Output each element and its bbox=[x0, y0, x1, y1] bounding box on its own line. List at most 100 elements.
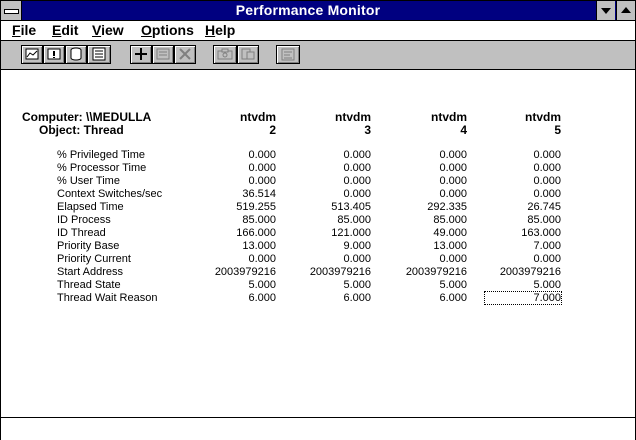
status-bar bbox=[1, 417, 635, 440]
counter-value[interactable]: 0.000 bbox=[439, 162, 467, 174]
maximize-button[interactable] bbox=[616, 1, 635, 20]
counter-value[interactable]: 0.000 bbox=[533, 149, 561, 161]
counter-value[interactable]: 85.000 bbox=[527, 214, 561, 226]
menu-view-accel: V bbox=[92, 22, 102, 38]
counter-value[interactable]: 85.000 bbox=[337, 214, 371, 226]
counter-name[interactable]: Priority Current bbox=[57, 253, 131, 265]
counter-name[interactable]: Thread State bbox=[57, 279, 121, 291]
counter-value[interactable]: 2003979216 bbox=[406, 266, 467, 278]
delete-counter-button[interactable] bbox=[174, 45, 196, 64]
counter-value[interactable]: 2003979216 bbox=[215, 266, 276, 278]
counter-name[interactable]: Context Switches/sec bbox=[57, 188, 162, 200]
counter-name[interactable]: Thread Wait Reason bbox=[57, 292, 157, 304]
report-area[interactable]: Computer: \\MEDULLA Object: Thread ntvdm 2 n… bbox=[1, 70, 635, 416]
counter-value[interactable]: 292.335 bbox=[427, 201, 467, 213]
menu-file-label: ile bbox=[20, 22, 37, 38]
counter-value[interactable]: 85.000 bbox=[433, 214, 467, 226]
counter-value[interactable]: 0.000 bbox=[439, 253, 467, 265]
counter-value[interactable]: 49.000 bbox=[433, 227, 467, 239]
update-now-icon bbox=[217, 48, 233, 60]
counter-value[interactable]: 2003979216 bbox=[500, 266, 561, 278]
counter-name[interactable]: % Privileged Time bbox=[57, 149, 145, 161]
object-label: Object: Thread bbox=[39, 123, 124, 137]
menu-options[interactable]: Options bbox=[141, 21, 194, 40]
toolbar bbox=[1, 41, 635, 70]
counter-value[interactable]: 6.000 bbox=[248, 292, 276, 304]
counter-value[interactable]: 163.000 bbox=[521, 227, 561, 239]
counter-value[interactable]: 0.000 bbox=[343, 162, 371, 174]
title-bar[interactable]: Performance Monitor bbox=[1, 1, 635, 21]
counter-value[interactable]: 0.000 bbox=[439, 175, 467, 187]
system-menu-button[interactable] bbox=[1, 1, 22, 20]
menu-file[interactable]: File bbox=[12, 21, 36, 40]
counter-value[interactable]: 6.000 bbox=[343, 292, 371, 304]
counter-value[interactable]: 0.000 bbox=[533, 175, 561, 187]
selected-counter-value[interactable]: 7.000 bbox=[484, 291, 562, 305]
alert-view-button[interactable] bbox=[43, 45, 65, 64]
counter-name[interactable]: ID Process bbox=[57, 214, 111, 226]
menu-view[interactable]: View bbox=[92, 21, 124, 40]
counter-value[interactable]: 0.000 bbox=[533, 188, 561, 200]
maximize-arrow-icon bbox=[621, 7, 631, 13]
edit-counter-button[interactable] bbox=[152, 45, 174, 64]
counter-value[interactable]: 85.000 bbox=[242, 214, 276, 226]
menu-view-label: iew bbox=[101, 22, 124, 38]
counter-value[interactable]: 0.000 bbox=[248, 253, 276, 265]
counter-value[interactable]: 0.000 bbox=[533, 253, 561, 265]
counter-name[interactable]: % Processor Time bbox=[57, 162, 146, 174]
options-icon bbox=[281, 48, 295, 61]
counter-value[interactable]: 6.000 bbox=[439, 292, 467, 304]
counter-value[interactable]: 166.000 bbox=[236, 227, 276, 239]
menu-edit[interactable]: Edit bbox=[52, 21, 78, 40]
update-now-button[interactable] bbox=[213, 45, 237, 64]
counter-value[interactable]: 513.405 bbox=[331, 201, 371, 213]
menu-options-accel: O bbox=[141, 22, 152, 38]
menu-help-label: elp bbox=[215, 22, 236, 38]
counter-value[interactable]: 26.745 bbox=[527, 201, 561, 213]
menu-help[interactable]: Help bbox=[205, 21, 235, 40]
log-view-button[interactable] bbox=[65, 45, 87, 64]
options-button[interactable] bbox=[276, 45, 300, 64]
menu-edit-label: dit bbox=[61, 22, 79, 38]
counter-name[interactable]: % User Time bbox=[57, 175, 120, 187]
counter-value[interactable]: 0.000 bbox=[248, 175, 276, 187]
menu-bar: File Edit View Options Help bbox=[1, 21, 635, 41]
counter-value[interactable]: 9.000 bbox=[343, 240, 371, 252]
counter-value[interactable]: 0.000 bbox=[343, 188, 371, 200]
counter-value[interactable]: 2003979216 bbox=[310, 266, 371, 278]
counter-value[interactable]: 5.000 bbox=[343, 279, 371, 291]
counter-value[interactable]: 0.000 bbox=[533, 162, 561, 174]
counter-value[interactable]: 0.000 bbox=[343, 175, 371, 187]
counter-value[interactable]: 5.000 bbox=[439, 279, 467, 291]
counter-value[interactable]: 5.000 bbox=[248, 279, 276, 291]
counter-value[interactable]: 13.000 bbox=[433, 240, 467, 252]
report-view-button[interactable] bbox=[87, 45, 111, 64]
counter-value[interactable]: 519.255 bbox=[236, 201, 276, 213]
counter-value[interactable]: 121.000 bbox=[331, 227, 371, 239]
counter-value[interactable]: 0.000 bbox=[343, 253, 371, 265]
chart-view-button[interactable] bbox=[21, 45, 43, 64]
counter-name[interactable]: ID Thread bbox=[57, 227, 106, 239]
counter-value[interactable]: 0.000 bbox=[439, 188, 467, 200]
bookmark-icon bbox=[241, 48, 255, 60]
add-icon bbox=[135, 48, 147, 60]
counter-value[interactable]: 0.000 bbox=[248, 149, 276, 161]
counter-name[interactable]: Elapsed Time bbox=[57, 201, 124, 213]
counter-value[interactable]: 13.000 bbox=[242, 240, 276, 252]
minimize-button[interactable] bbox=[596, 1, 615, 20]
counter-name[interactable]: Start Address bbox=[57, 266, 123, 278]
bookmark-button[interactable] bbox=[237, 45, 259, 64]
counter-value[interactable]: 7.000 bbox=[533, 240, 561, 252]
counter-value[interactable]: 0.000 bbox=[248, 162, 276, 174]
instance-id: 5 bbox=[554, 123, 561, 137]
counter-value[interactable]: 36.514 bbox=[242, 188, 276, 200]
counter-value[interactable]: 5.000 bbox=[533, 279, 561, 291]
menu-options-label: ptions bbox=[151, 22, 194, 38]
add-counter-button[interactable] bbox=[130, 45, 152, 64]
instance-name: ntvdm bbox=[431, 110, 467, 124]
counter-name[interactable]: Priority Base bbox=[57, 240, 119, 252]
counter-value[interactable]: 0.000 bbox=[439, 149, 467, 161]
instance-name: ntvdm bbox=[240, 110, 276, 124]
window-title: Performance Monitor bbox=[235, 2, 381, 18]
counter-value[interactable]: 0.000 bbox=[343, 149, 371, 161]
